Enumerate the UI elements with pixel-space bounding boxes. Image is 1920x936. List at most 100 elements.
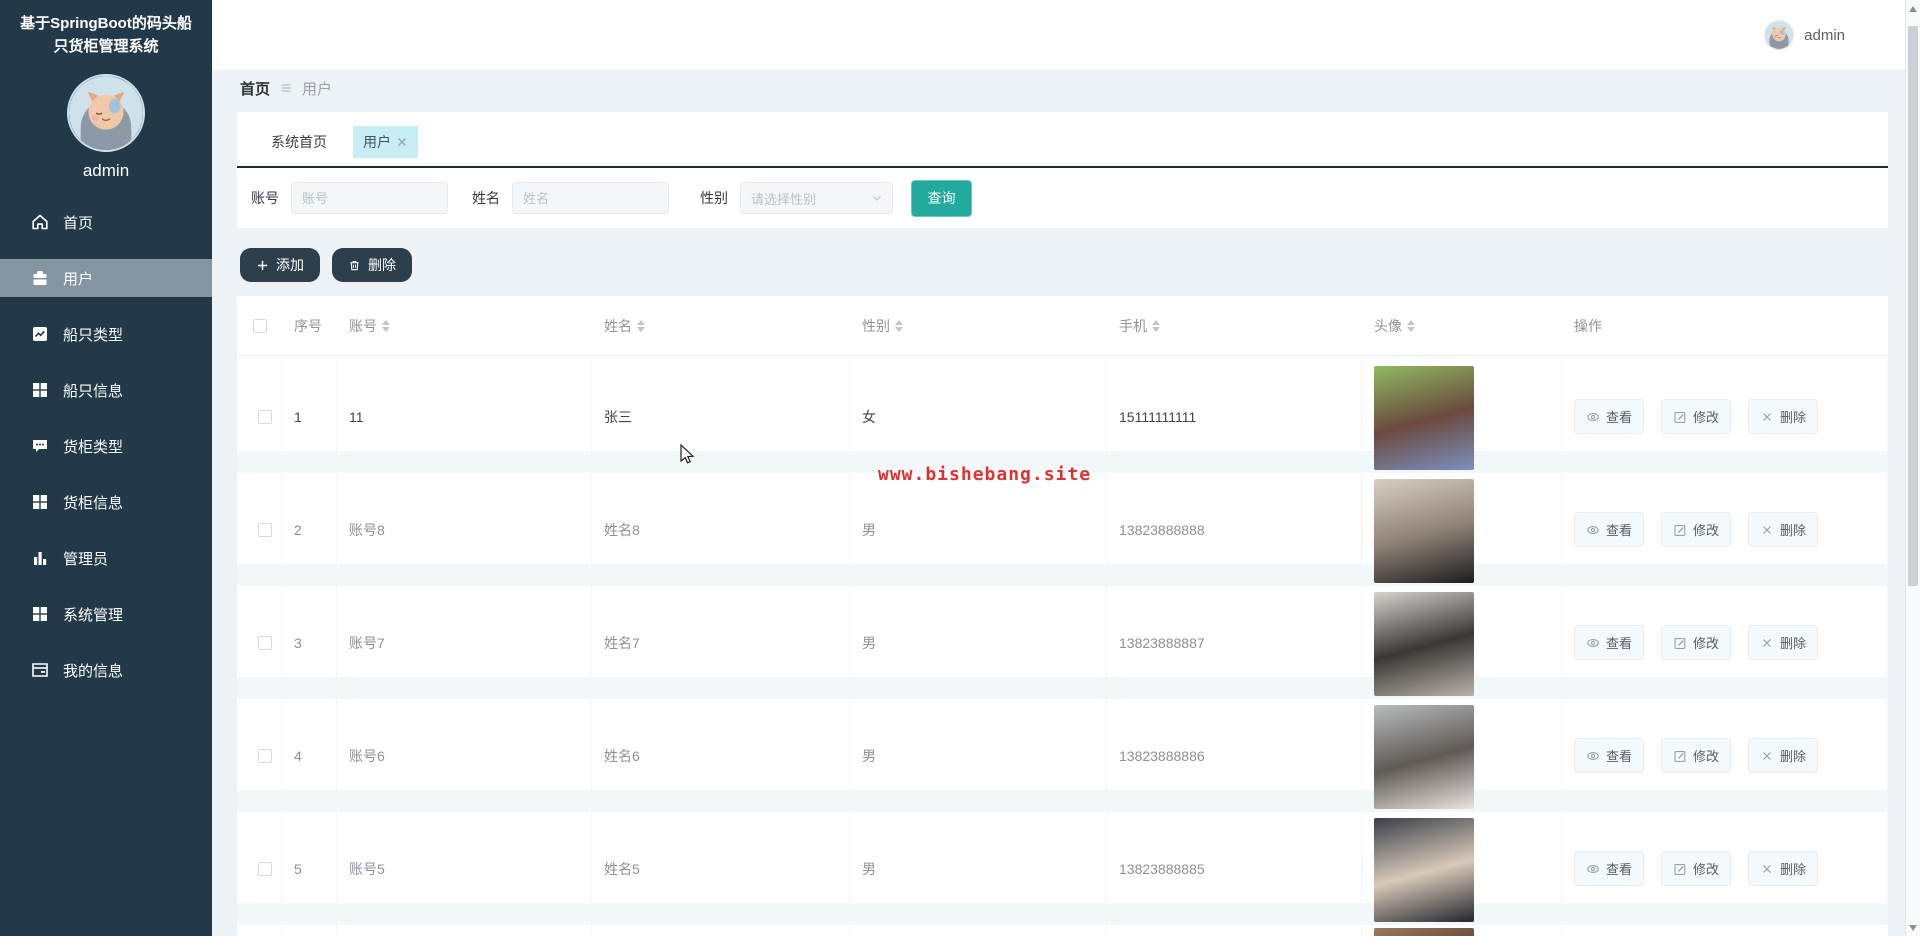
row-actions: 查看 修改 删除: [1562, 699, 1888, 812]
cell-gender: 男: [850, 473, 1107, 586]
row-action-button[interactable]: 修改: [1661, 738, 1732, 773]
column-header-label: 性别: [862, 317, 890, 334]
sidebar-item[interactable]: 用户: [0, 250, 212, 306]
query-button[interactable]: 查询: [911, 179, 972, 217]
row-action-button[interactable]: 删除: [1748, 512, 1819, 547]
row-action-button[interactable]: 查看: [1574, 625, 1645, 660]
column-header[interactable]: 操作: [1562, 316, 1888, 336]
account-input[interactable]: [291, 182, 448, 214]
table-row: 2 账号8 姓名8 男 13823888888 查看 修改 删除: [237, 473, 1888, 586]
row-action-button[interactable]: 修改: [1661, 512, 1732, 547]
action-icon: [1760, 410, 1774, 424]
sort-caret-icon[interactable]: [1407, 319, 1415, 332]
close-icon[interactable]: [396, 136, 408, 148]
cell-name: 姓名6: [592, 699, 850, 812]
sort-caret-icon[interactable]: [637, 319, 645, 332]
row-action-button[interactable]: 删除: [1748, 399, 1819, 434]
sidebar-item[interactable]: 首页: [0, 194, 212, 250]
action-label: 查看: [1606, 410, 1633, 425]
sidebar-item-label: 系统管理: [63, 606, 124, 624]
select-all-checkbox[interactable]: [252, 318, 267, 333]
cell-phone: 15111111111: [1107, 360, 1362, 473]
row-checkbox[interactable]: [258, 409, 272, 424]
column-header[interactable]: 姓名: [592, 316, 850, 336]
sidebar-item-icon: [30, 380, 50, 400]
row-checkbox[interactable]: [258, 861, 272, 876]
action-label: 修改: [1693, 523, 1720, 538]
scrollbar-down-arrow[interactable]: [1909, 925, 1917, 931]
topbar-username[interactable]: admin: [1804, 27, 1845, 44]
sidebar-item[interactable]: 货柜信息: [0, 474, 212, 530]
scrollbar[interactable]: [1905, 0, 1920, 936]
row-actions: 查看 修改 删除: [1562, 812, 1888, 925]
scrollbar-up-arrow[interactable]: [1909, 6, 1917, 12]
column-header[interactable]: 手机: [1107, 316, 1362, 336]
sidebar-item-label: 船只信息: [63, 382, 124, 400]
row-action-button[interactable]: 修改: [1661, 851, 1732, 886]
sidebar-item[interactable]: 我的信息: [0, 642, 212, 698]
row-checkbox[interactable]: [258, 522, 272, 537]
row-action-button[interactable]: 删除: [1748, 851, 1819, 886]
delete-button[interactable]: 删除: [332, 248, 412, 282]
column-header[interactable]: 序号: [282, 316, 337, 336]
row-action-button[interactable]: 查看: [1574, 512, 1645, 547]
sort-caret-icon[interactable]: [382, 319, 390, 332]
sort-caret-icon[interactable]: [895, 319, 903, 332]
sidebar-item[interactable]: 船只信息: [0, 362, 212, 418]
topbar-avatar[interactable]: [1764, 20, 1795, 50]
user-avatar: [1374, 365, 1474, 470]
sidebar-item[interactable]: 货柜类型: [0, 418, 212, 474]
row-checkbox[interactable]: [258, 748, 272, 763]
row-action-button[interactable]: 删除: [1748, 738, 1819, 773]
gender-select[interactable]: 请选择性别: [740, 182, 893, 214]
trash-icon: [348, 259, 361, 272]
sidebar-item-icon: [30, 548, 50, 568]
action-icon: [1760, 523, 1774, 537]
row-action-button[interactable]: 查看: [1574, 738, 1645, 773]
cell-account: 账号6: [337, 699, 592, 812]
sidebar-item-label: 首页: [63, 214, 94, 232]
cell-name: 姓名7: [592, 586, 850, 699]
action-icon: [1760, 636, 1774, 650]
sidebar-item[interactable]: 船只类型: [0, 306, 212, 362]
scrollbar-thumb[interactable]: [1908, 26, 1918, 586]
action-icon: [1673, 636, 1687, 650]
sort-caret-icon[interactable]: [1152, 319, 1160, 332]
row-actions: 查看 修改 删除: [1562, 586, 1888, 699]
action-icon: [1673, 523, 1687, 537]
table-body: 1 11 张三 女 15111111111 查看 修改 删除 2 账号8 姓名8…: [237, 356, 1888, 925]
row-action-button[interactable]: 删除: [1748, 625, 1819, 660]
add-button-label: 添加: [276, 257, 304, 273]
tab[interactable]: 系统首页: [261, 126, 337, 158]
search-form: 账号 姓名 性别 请选择性别 查询: [237, 168, 1888, 228]
sidebar-item-icon: [30, 604, 50, 624]
cell-index: 4: [282, 699, 337, 812]
column-header[interactable]: 性别: [850, 316, 1107, 336]
table-header: 序号 账号 姓名 性别 手机 头像 操作: [237, 296, 1888, 356]
name-input[interactable]: [512, 182, 669, 214]
column-header-label: 手机: [1119, 317, 1147, 334]
row-action-button[interactable]: 修改: [1661, 399, 1732, 434]
sidebar-item[interactable]: 管理员: [0, 530, 212, 586]
hamburger-icon: [279, 81, 293, 95]
row-action-button[interactable]: 查看: [1574, 399, 1645, 434]
row-action-button[interactable]: 查看: [1574, 851, 1645, 886]
sidebar-item[interactable]: 系统管理: [0, 586, 212, 642]
table-row: 5 账号5 姓名5 男 13823888885 查看 修改 删除: [237, 812, 1888, 925]
tab[interactable]: 用户: [353, 126, 418, 158]
mouse-cursor: [676, 443, 698, 470]
action-icon: [1673, 862, 1687, 876]
action-label: 查看: [1606, 749, 1633, 764]
sidebar-item-icon: [30, 492, 50, 512]
action-label: 删除: [1780, 410, 1807, 425]
search-gender-label: 性别: [700, 190, 728, 206]
cell-name: 姓名5: [592, 812, 850, 925]
add-button[interactable]: 添加: [240, 248, 320, 282]
breadcrumb-root[interactable]: 首页: [240, 78, 270, 99]
column-header[interactable]: 账号: [337, 316, 592, 336]
row-action-button[interactable]: 修改: [1661, 625, 1732, 660]
sidebar-item-label: 管理员: [63, 550, 109, 568]
partial-avatar: [1374, 928, 1474, 936]
row-checkbox[interactable]: [258, 635, 272, 650]
column-header[interactable]: 头像: [1362, 316, 1562, 336]
